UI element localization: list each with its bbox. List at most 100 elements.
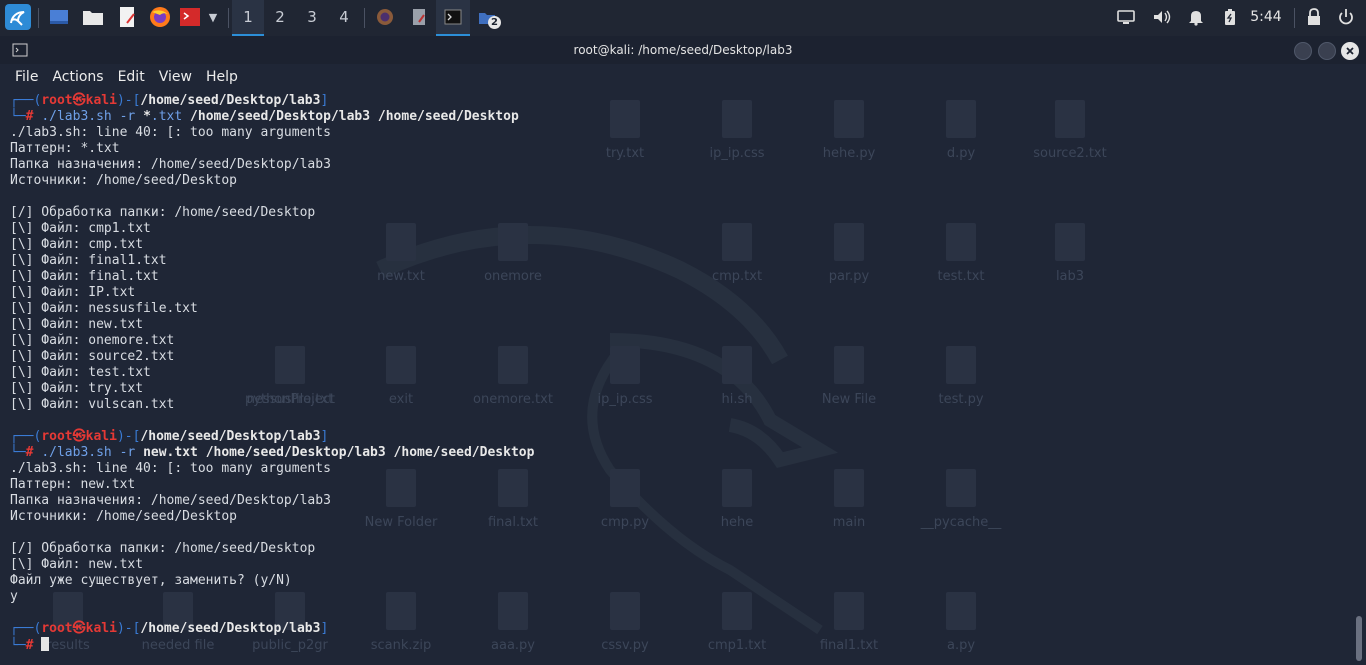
output-line: Источники: /home/seed/Desktop bbox=[10, 173, 1340, 189]
terminal-app-icon bbox=[12, 43, 28, 57]
show-desktop-icon[interactable] bbox=[46, 0, 72, 34]
prompt-user-host: root㉿kali bbox=[41, 93, 117, 108]
task-count-badge: 2 bbox=[488, 16, 501, 29]
prompt-bracket: )-[ bbox=[116, 621, 141, 636]
minimize-button[interactable] bbox=[1294, 42, 1312, 60]
menu-help[interactable]: Help bbox=[199, 69, 245, 85]
output-line: [\] Файл: cmp1.txt bbox=[10, 221, 1340, 237]
output-line: [\] Файл: cmp.txt bbox=[10, 237, 1340, 253]
output-line bbox=[10, 605, 1340, 621]
output-line bbox=[10, 413, 1340, 429]
lock-icon[interactable] bbox=[1302, 0, 1326, 34]
menu-actions[interactable]: Actions bbox=[45, 69, 110, 85]
close-button[interactable] bbox=[1341, 42, 1359, 60]
command-name: ./lab3.sh bbox=[41, 445, 112, 460]
task-terminal-icon[interactable] bbox=[436, 0, 470, 36]
task-firefox-icon[interactable] bbox=[372, 0, 398, 34]
prompt-user-host: root㉿kali bbox=[41, 429, 117, 444]
menu-file[interactable]: File bbox=[0, 69, 45, 85]
prompt-bracket: )-[ bbox=[116, 93, 141, 108]
output-line: Источники: /home/seed/Desktop bbox=[10, 509, 1340, 525]
output-text: [\] Файл: IP.txt bbox=[10, 285, 136, 300]
output-text: [\] Файл: onemore.txt bbox=[10, 333, 175, 348]
maximize-button[interactable] bbox=[1318, 42, 1336, 60]
output-text: Файл уже существует, заменить? (y/N) bbox=[10, 573, 292, 588]
battery-icon[interactable] bbox=[1218, 0, 1242, 34]
output-text: [\] Файл: try.txt bbox=[10, 381, 144, 396]
output-line bbox=[10, 525, 1340, 541]
prompt-path: /home/seed/Desktop/lab3 bbox=[140, 429, 321, 444]
output-text: Источники: /home/seed/Desktop bbox=[10, 173, 237, 188]
prompt-path: /home/seed/Desktop/lab3 bbox=[140, 93, 321, 108]
output-line: [\] Файл: final.txt bbox=[10, 269, 1340, 285]
output-line: [\] Файл: vulscan.txt bbox=[10, 397, 1340, 413]
command-args: /home/seed/Desktop/lab3 /home/seed/Deskt… bbox=[182, 109, 519, 124]
task-editor-icon[interactable] bbox=[406, 0, 432, 34]
output-text: [\] Файл: cmp.txt bbox=[10, 237, 144, 252]
window-titlebar[interactable]: root@kali: /home/seed/Desktop/lab3 bbox=[0, 36, 1366, 64]
output-line: [\] Файл: new.txt bbox=[10, 557, 1340, 573]
command-glob: * bbox=[143, 109, 151, 124]
workspace-1[interactable]: 1 bbox=[232, 0, 264, 36]
prompt-user-host: root㉿kali bbox=[41, 621, 117, 636]
workspace-3[interactable]: 3 bbox=[296, 0, 328, 34]
top-panel: ▼ 1 2 3 4 2 5:44 bbox=[0, 0, 1366, 37]
file-manager-icon[interactable] bbox=[80, 0, 106, 34]
prompt-line: ┌──(root㉿kali)-[/home/seed/Desktop/lab3] bbox=[10, 621, 1340, 637]
prompt-bracket: └─ bbox=[10, 638, 26, 653]
command-line: └─# ./lab3.sh -r *.txt /home/seed/Deskto… bbox=[10, 109, 1340, 125]
prompt-bracket: ] bbox=[320, 621, 329, 636]
terminal-output[interactable]: ┌──(root㉿kali)-[/home/seed/Desktop/lab3]… bbox=[10, 93, 1340, 653]
output-text: Папка назначения: /home/seed/Desktop/lab… bbox=[10, 157, 331, 172]
text-editor-icon[interactable] bbox=[114, 0, 140, 34]
command-line: └─# ./lab3.sh -r new.txt /home/seed/Desk… bbox=[10, 445, 1340, 461]
display-icon[interactable] bbox=[1114, 0, 1138, 34]
notifications-bell-icon[interactable] bbox=[1184, 0, 1208, 34]
output-text: [\] Файл: final.txt bbox=[10, 269, 159, 284]
terminal-scrollbar[interactable] bbox=[1356, 616, 1362, 661]
launcher-dropdown-chevron-down-icon[interactable]: ▼ bbox=[204, 0, 222, 34]
output-text: [\] Файл: vulscan.txt bbox=[10, 397, 175, 412]
volume-icon[interactable] bbox=[1150, 0, 1174, 34]
output-line: [\] Файл: final1.txt bbox=[10, 253, 1340, 269]
output-line: ./lab3.sh: line 40: [: too many argument… bbox=[10, 461, 1340, 477]
terminal-cursor bbox=[41, 637, 50, 651]
kali-menu-button[interactable] bbox=[2, 0, 34, 34]
output-line: [\] Файл: test.txt bbox=[10, 365, 1340, 381]
output-text: [\] Файл: test.txt bbox=[10, 365, 151, 380]
prompt-bracket: ] bbox=[320, 429, 329, 444]
output-text: [/] Обработка папки: /home/seed/Desktop bbox=[10, 541, 316, 556]
workspace-4[interactable]: 4 bbox=[328, 0, 360, 34]
output-text: ./lab3.sh: line 40: [: too many argument… bbox=[10, 125, 331, 140]
command-glob-rest: .txt bbox=[150, 109, 183, 124]
window-title: root@kali: /home/seed/Desktop/lab3 bbox=[573, 43, 793, 57]
output-line: Файл уже существует, заменить? (y/N) bbox=[10, 573, 1340, 589]
clock[interactable]: 5:44 bbox=[1246, 0, 1286, 34]
prompt-bracket: )-[ bbox=[116, 429, 141, 444]
menu-bar: File Actions Edit View Help bbox=[0, 64, 1366, 90]
output-line: [\] Файл: onemore.txt bbox=[10, 333, 1340, 349]
output-text: ./lab3.sh: line 40: [: too many argument… bbox=[10, 461, 331, 476]
terminal-window: try.txt ip_ip.css hehe.py d.py source2.txt ne… bbox=[0, 36, 1366, 665]
terminal-launcher-icon[interactable] bbox=[178, 0, 202, 34]
power-icon[interactable] bbox=[1334, 0, 1358, 34]
output-line: Паттерн: new.txt bbox=[10, 477, 1340, 493]
output-text: [\] Файл: source2.txt bbox=[10, 349, 175, 364]
output-text: [\] Файл: cmp1.txt bbox=[10, 221, 151, 236]
firefox-icon[interactable] bbox=[147, 0, 173, 34]
output-text: y bbox=[10, 589, 18, 604]
command-flag: -r bbox=[111, 445, 144, 460]
prompt-bracket: ┌──( bbox=[10, 621, 42, 636]
output-line: [\] Файл: source2.txt bbox=[10, 349, 1340, 365]
prompt-line: ┌──(root㉿kali)-[/home/seed/Desktop/lab3] bbox=[10, 93, 1340, 109]
output-line: ./lab3.sh: line 40: [: too many argument… bbox=[10, 125, 1340, 141]
task-files-folder-icon[interactable]: 2 bbox=[474, 0, 504, 34]
menu-view[interactable]: View bbox=[152, 69, 199, 85]
output-line: Папка назначения: /home/seed/Desktop/lab… bbox=[10, 157, 1340, 173]
output-text: [\] Файл: new.txt bbox=[10, 317, 144, 332]
prompt-bracket: └─ bbox=[10, 445, 26, 460]
workspace-2[interactable]: 2 bbox=[264, 0, 296, 34]
menu-edit[interactable]: Edit bbox=[111, 69, 152, 85]
